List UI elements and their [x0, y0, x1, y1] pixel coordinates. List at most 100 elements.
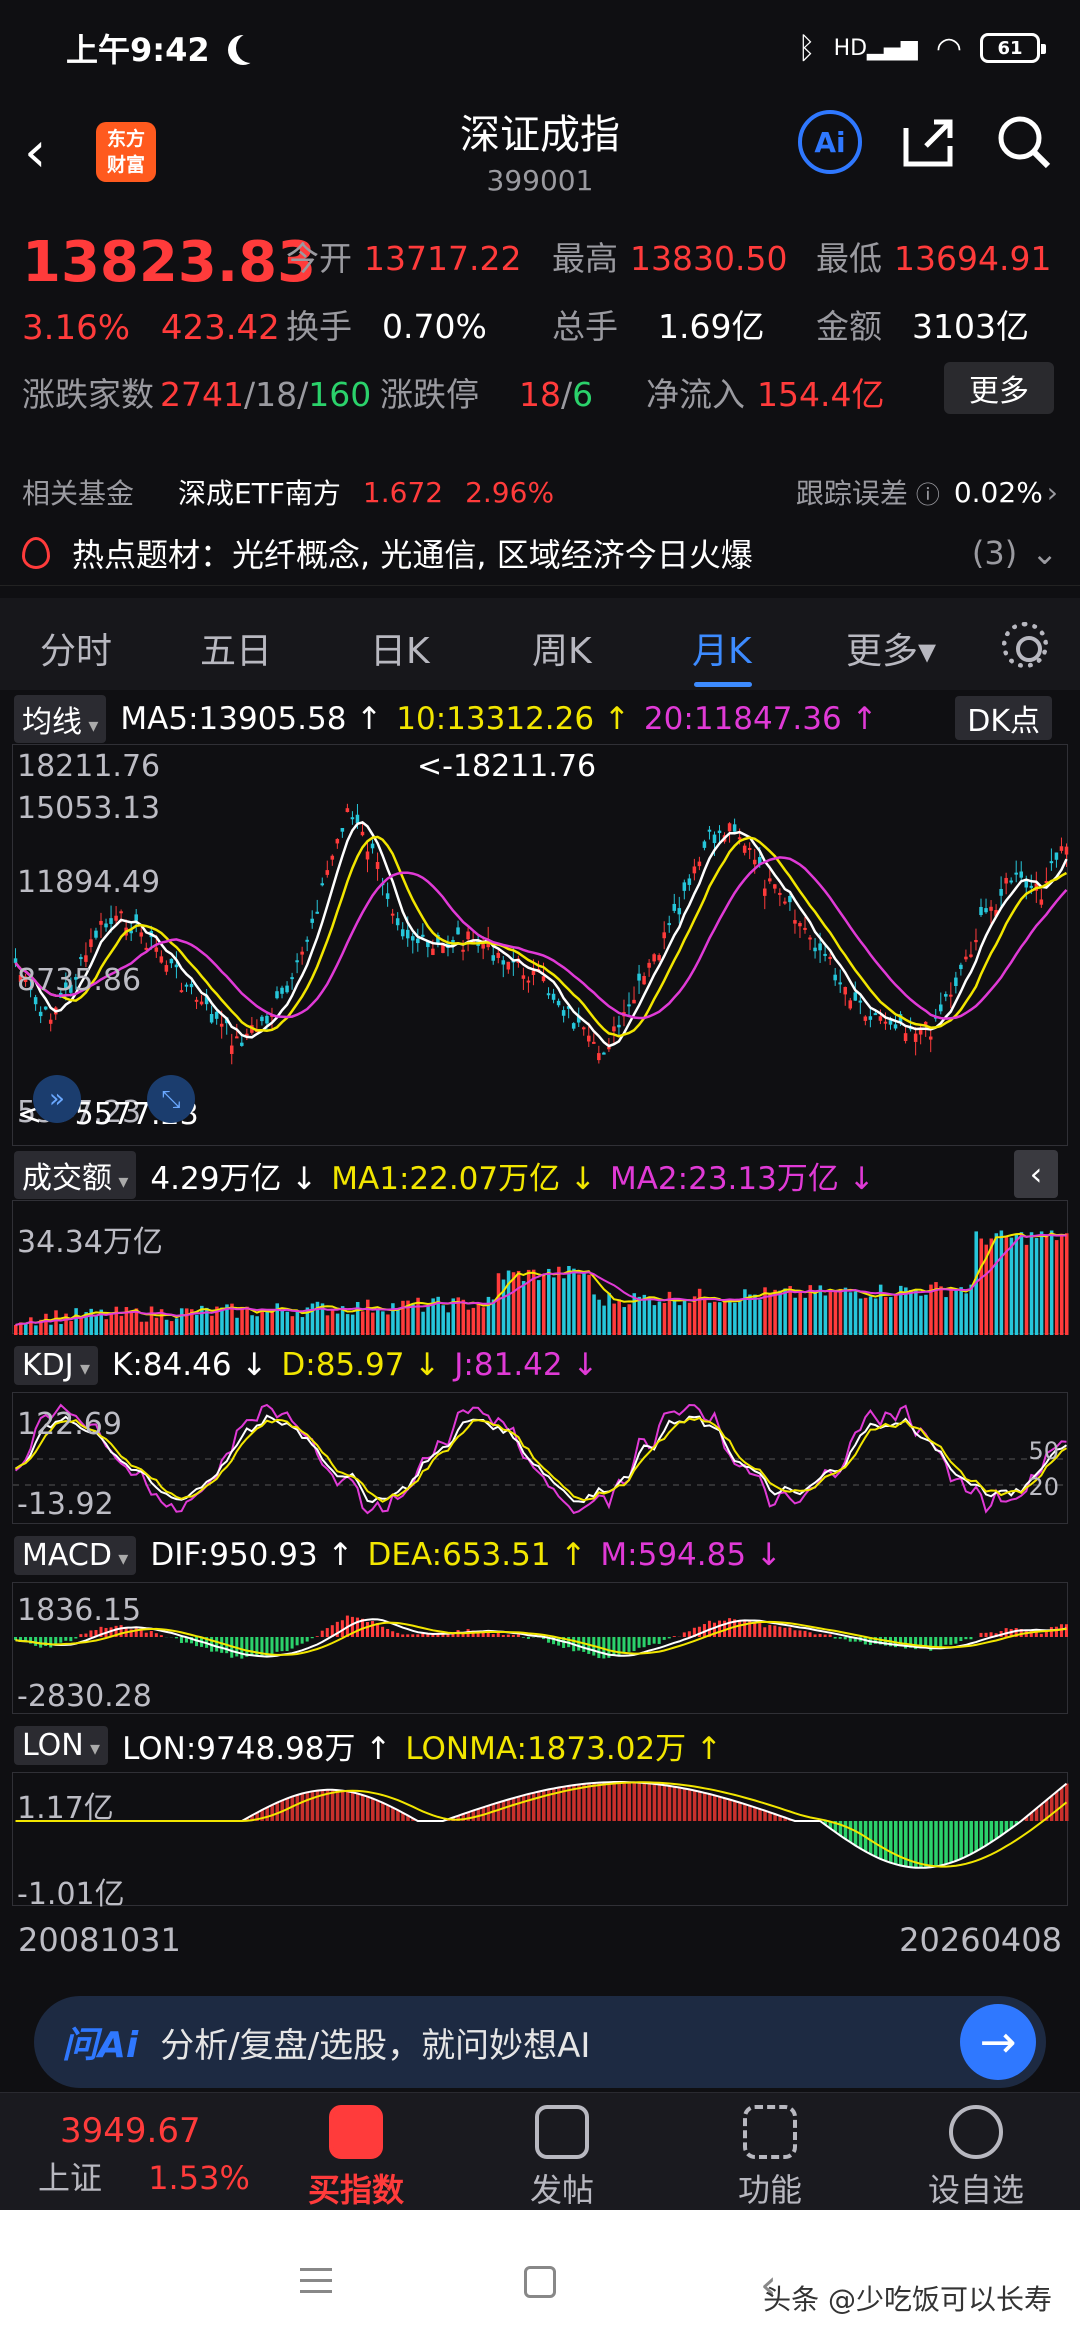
- tab-more[interactable]: 更多▾: [846, 622, 936, 674]
- macd-bar: [662, 1637, 666, 1640]
- post-button[interactable]: 发帖: [482, 2093, 642, 2211]
- kline-chart[interactable]: 18211.76 15053.13 11894.49 8735.86 5577.…: [12, 744, 1069, 1146]
- candle-body: [350, 817, 355, 820]
- status-bar: 上午9:42 ᛒ HD▂▄▆ ◠ 61: [0, 0, 1080, 96]
- volume-bar: [1029, 1232, 1034, 1335]
- chevron-left-icon[interactable]: ‹: [24, 120, 74, 185]
- tab-weekly-k[interactable]: 周K: [532, 622, 592, 674]
- collapse-button[interactable]: ‹: [1014, 1150, 1058, 1198]
- ma-selector[interactable]: 均线: [14, 695, 107, 743]
- ask-ai-bar[interactable]: 问Ai 分析/复盘/选股，就问妙想AI →: [34, 1996, 1046, 2088]
- candle-body: [189, 983, 194, 988]
- expand-icon[interactable]: ⤡: [147, 1075, 195, 1123]
- buy-index-button[interactable]: 买指数: [276, 2093, 436, 2211]
- home-icon[interactable]: [524, 2266, 556, 2298]
- candle-body: [697, 861, 702, 867]
- kdj-chart[interactable]: 122.69 -13.92 50 20: [12, 1392, 1069, 1524]
- candle-body: [416, 938, 420, 944]
- volume-bar: [954, 1290, 958, 1335]
- volume-bar: [114, 1306, 119, 1335]
- lon-bar: [888, 1821, 893, 1863]
- end-date: 20260408: [899, 1921, 1062, 1959]
- more-button[interactable]: 更多: [944, 362, 1054, 414]
- volume-bar: [607, 1292, 611, 1335]
- lon-chart[interactable]: 1.17亿 -1.01亿: [12, 1772, 1069, 1912]
- macd-bar: [416, 1634, 420, 1637]
- dk-point-button[interactable]: DK点: [955, 696, 1052, 740]
- gear-icon[interactable]: [1002, 622, 1048, 668]
- fast-forward-icon[interactable]: »: [33, 1075, 81, 1123]
- share-icon[interactable]: [898, 112, 958, 172]
- candle-body: [546, 993, 551, 996]
- macd-bar: [627, 1637, 631, 1652]
- lon-selector[interactable]: LON: [14, 1725, 109, 1765]
- tab-five-day[interactable]: 五日: [200, 622, 272, 674]
- tab-monthly-k[interactable]: 月K: [692, 622, 752, 674]
- grid-icon: [743, 2105, 797, 2159]
- volume-bar: [642, 1294, 647, 1335]
- ask-ai-input[interactable]: 分析/复盘/选股，就问妙想AI: [160, 2018, 590, 2067]
- candle-body: [411, 936, 415, 941]
- macd-chart[interactable]: 1836.15 -2830.28: [12, 1582, 1068, 1714]
- kdj-selector[interactable]: KDJ: [14, 1345, 99, 1385]
- lon-bar: [506, 1799, 511, 1821]
- recent-apps-icon[interactable]: [300, 2268, 332, 2301]
- volume-bar: [1009, 1237, 1014, 1335]
- candle-body: [390, 913, 395, 916]
- volume-bar: [733, 1302, 737, 1335]
- lon-bar: [345, 1791, 350, 1821]
- help-icon[interactable]: ⓘ: [916, 475, 940, 510]
- candle-body: [954, 977, 958, 986]
- last-price: 13823.83: [22, 230, 317, 295]
- candle-body: [813, 947, 817, 952]
- candle-body: [355, 814, 360, 824]
- macd-bar: [154, 1633, 158, 1637]
- candle-body: [43, 1006, 48, 1010]
- candle-body: [692, 866, 697, 874]
- volume-bar: [94, 1314, 98, 1335]
- chevron-right-icon: ›: [1046, 475, 1058, 509]
- lon-bar: [677, 1787, 682, 1821]
- volume-bar: [662, 1302, 667, 1335]
- bottom-nav: 3949.67 上证 1.53% 买指数 发帖 功能 设自选: [0, 2092, 1080, 2210]
- lon-bar: [622, 1782, 626, 1821]
- candle-body: [456, 927, 460, 935]
- volume-bar: [707, 1302, 712, 1335]
- volume-ma1-line: [15, 1232, 1067, 1326]
- tab-intraday[interactable]: 分时: [40, 622, 112, 674]
- volume-bar: [179, 1308, 184, 1335]
- arrow-right-icon[interactable]: →: [960, 2004, 1036, 2080]
- volume-selector[interactable]: 成交额: [14, 1151, 137, 1199]
- candle-body: [169, 958, 174, 964]
- watchlist-label: 设自选: [927, 2171, 1024, 2209]
- watchlist-button[interactable]: 设自选: [896, 2093, 1056, 2211]
- macd-bar: [64, 1637, 68, 1641]
- related-fund[interactable]: 相关基金 深成ETF南方 1.672 2.96% 跟踪误差 ⓘ 0.02% ›: [0, 462, 1080, 522]
- tab-daily-k[interactable]: 日K: [370, 622, 430, 674]
- search-icon[interactable]: [994, 112, 1054, 172]
- candle-body: [964, 956, 968, 960]
- chevron-down-icon[interactable]: ⌄: [1031, 534, 1058, 572]
- macd-bar: [406, 1634, 410, 1637]
- ai-button[interactable]: Ai: [798, 110, 862, 174]
- volume-bar: [401, 1300, 405, 1335]
- volume-bar: [1044, 1235, 1049, 1335]
- volume-bar: [758, 1299, 762, 1335]
- volume-bar: [169, 1321, 174, 1335]
- lon-bar: [300, 1793, 305, 1821]
- volume-bar: [421, 1311, 425, 1335]
- volume-bar: [220, 1307, 224, 1335]
- index-quote-item[interactable]: 3949.67 上证 1.53%: [20, 2093, 250, 2199]
- volume-bar: [255, 1316, 259, 1335]
- volume-bar: [149, 1306, 154, 1335]
- candle-body: [727, 823, 732, 832]
- macd-selector[interactable]: MACD: [14, 1535, 137, 1575]
- macd-bar: [843, 1637, 847, 1640]
- volume-chart[interactable]: 34.34万亿: [12, 1200, 1069, 1335]
- candle-body: [38, 1011, 43, 1017]
- hot-topics[interactable]: 热点题材：光纤概念, 光通信, 区域经济今日火爆 (3) ⌄: [0, 520, 1080, 586]
- header: ‹ 东方 财富 深证成指 399001 Ai: [0, 96, 1080, 208]
- functions-button[interactable]: 功能: [690, 2093, 850, 2211]
- macd-bar: [718, 1620, 722, 1637]
- active-tab-indicator: [694, 682, 752, 687]
